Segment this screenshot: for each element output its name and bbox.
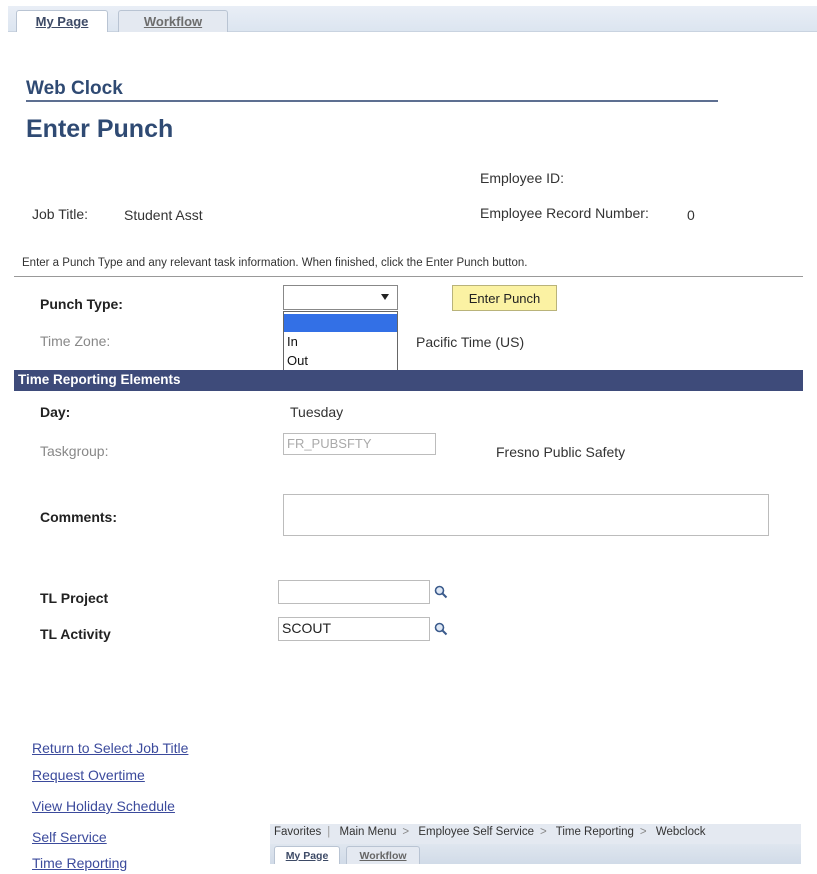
punch-type-select[interactable] (283, 285, 398, 310)
time-reporting-link[interactable]: Time Reporting (32, 855, 127, 871)
punch-type-dropdown: In Out (283, 311, 398, 373)
heading-divider (26, 100, 718, 102)
request-overtime-link[interactable]: Request Overtime (32, 767, 145, 783)
punch-option-blank[interactable] (284, 314, 397, 332)
web-clock-heading: Web Clock (26, 78, 123, 99)
top-tab-strip: My Page Workflow (8, 6, 817, 32)
bottom-tab-my-page[interactable]: My Page (274, 846, 340, 864)
time-zone-value: Pacific Time (US) (416, 334, 525, 350)
comments-label: Comments: (40, 509, 118, 525)
breadcrumb-separator: > (639, 826, 647, 838)
employee-record-label: Employee Record Number: (480, 205, 649, 221)
breadcrumb-separator: > (540, 826, 547, 838)
job-title-value: Student Asst (124, 207, 203, 223)
tl-activity-field[interactable]: SCOUT (278, 617, 430, 641)
employee-id-label: Employee ID: (480, 170, 565, 186)
enter-punch-button[interactable]: Enter Punch (452, 285, 557, 311)
chevron-down-icon (381, 294, 389, 300)
page-title: Enter Punch (26, 115, 174, 143)
breadcrumb-time-reporting[interactable]: Time Reporting (556, 826, 634, 838)
tab-workflow[interactable]: Workflow (118, 10, 228, 32)
tl-activity-lookup-icon[interactable] (434, 622, 448, 636)
breadcrumb-favorites[interactable]: Favorites (274, 826, 321, 838)
day-value: Tuesday (290, 404, 344, 420)
instruction-divider (14, 276, 803, 277)
time-reporting-elements-bar: Time Reporting Elements (14, 370, 803, 391)
comments-field[interactable] (283, 494, 769, 536)
taskgroup-label: Taskgroup: (40, 443, 109, 459)
day-label: Day: (40, 404, 71, 420)
bottom-navigation: Favorites | Main Menu > Employee Self Serv… (270, 824, 801, 864)
breadcrumb-separator: > (402, 826, 410, 838)
tl-activity-label: TL Activity (40, 626, 111, 642)
taskgroup-description: Fresno Public Safety (496, 444, 626, 460)
punch-option-out[interactable]: Out (284, 352, 397, 370)
taskgroup-field: FR_PUBSFTY (283, 433, 436, 455)
tl-project-field[interactable] (278, 580, 430, 604)
tl-project-lookup-icon[interactable] (434, 585, 448, 599)
bottom-tab-strip: My Page Workflow (270, 844, 801, 864)
section-title: Time Reporting Elements (18, 372, 181, 387)
view-holiday-schedule-link[interactable]: View Holiday Schedule (32, 798, 175, 814)
tl-project-label: TL Project (40, 590, 109, 606)
breadcrumb-main-menu[interactable]: Main Menu (340, 826, 397, 838)
employee-record-value: 0 (687, 207, 695, 223)
breadcrumb-webclock[interactable]: Webclock (656, 826, 706, 838)
job-title-label: Job Title: (32, 206, 89, 222)
bottom-tab-workflow[interactable]: Workflow (346, 846, 420, 864)
time-zone-label: Time Zone: (40, 333, 111, 349)
self-service-link[interactable]: Self Service (32, 829, 107, 845)
punch-type-label: Punch Type: (40, 296, 123, 312)
tab-my-page[interactable]: My Page (16, 10, 108, 32)
breadcrumb: Favorites | Main Menu > Employee Self Serv… (274, 826, 706, 838)
instruction-text: Enter a Punch Type and any relevant task… (22, 257, 528, 269)
breadcrumb-employee-self-service[interactable]: Employee Self Service (418, 826, 534, 838)
punch-option-in[interactable]: In (284, 333, 397, 351)
return-to-select-job-title-link[interactable]: Return to Select Job Title (32, 740, 188, 756)
